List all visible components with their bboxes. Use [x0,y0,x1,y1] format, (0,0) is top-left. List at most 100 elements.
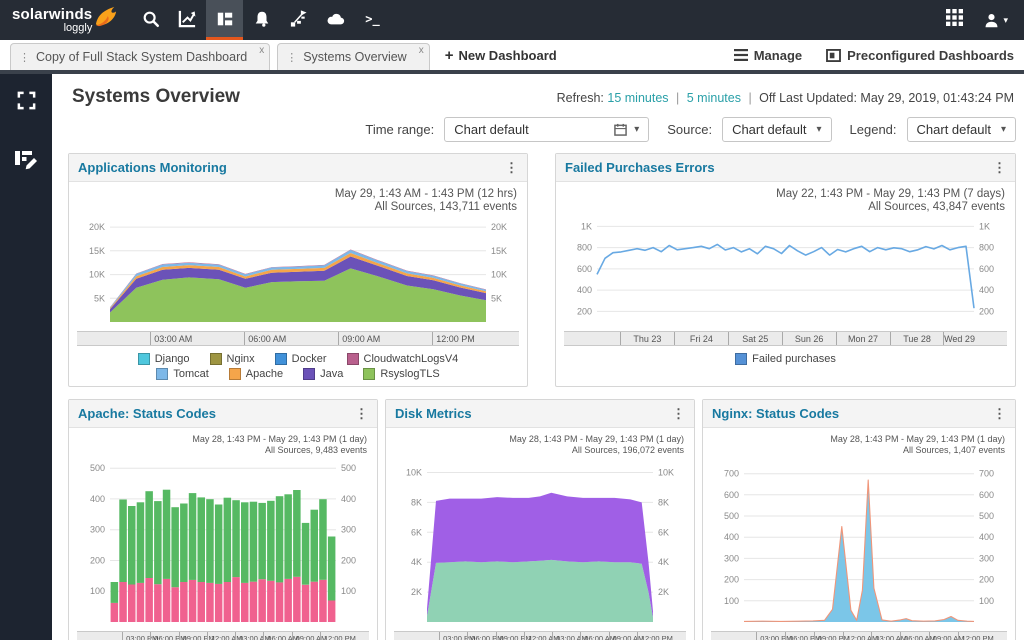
panel-applications-monitoring: Applications Monitoring ⋮ May 29, 1:43 A… [68,153,528,387]
charts-icon[interactable] [169,0,206,40]
tab-grip-icon[interactable]: ⋮ [286,51,297,64]
legend-item[interactable]: Nginx [210,353,255,365]
legend-label: Legend: [850,122,897,137]
svg-text:100: 100 [979,596,994,606]
x-tick-label: 03:00 AM [150,332,192,346]
panel-disk-metrics: Disk Metrics ⋮ May 28, 1:43 PM - May 29,… [385,399,695,640]
terminal-icon[interactable]: >_ [354,0,391,40]
panel-title[interactable]: Applications Monitoring [78,160,227,175]
legend-label: Nginx [227,353,255,365]
svg-text:5K: 5K [491,293,502,303]
x-axis-band: 03:00 AM06:00 AM09:00 AM12:00 PM [77,331,519,346]
alerts-icon[interactable] [243,0,280,40]
svg-text:10K: 10K [658,468,674,478]
panel-title[interactable]: Nginx: Status Codes [712,406,839,421]
x-tick-label: Fri 24 [674,332,728,346]
brand-solarwinds: solarwinds [12,7,92,22]
search-icon[interactable] [132,0,169,40]
panel-title[interactable]: Apache: Status Codes [78,406,216,421]
x-axis-band: 03:00 PM06:00 PM09:00 PM12:00 AM03:00 AM… [77,631,369,640]
chart-plot[interactable]: 5K5K10K10K15K15K20K20K [77,214,519,331]
svg-text:600: 600 [577,264,592,274]
legend-swatch [210,353,222,365]
close-tab-icon[interactable]: x [259,45,264,56]
left-sidebar [0,74,52,640]
svg-text:200: 200 [724,575,739,585]
new-dashboard-button[interactable]: + New Dashboard [445,40,557,70]
chart-plot[interactable]: 1001002002003003004004005005006006007007… [711,456,1007,631]
legend-item[interactable]: Failed purchases [735,353,836,365]
tab-label: Systems Overview [303,50,407,64]
svg-text:8K: 8K [411,497,422,507]
brand-logo[interactable]: solarwinds loggly [0,0,126,40]
manage-button[interactable]: Manage [734,48,802,63]
app-grid-icon[interactable] [946,9,963,31]
legend-swatch [347,353,359,365]
svg-text:500: 500 [979,511,994,521]
user-icon [983,12,1000,29]
dashboards-icon[interactable] [206,0,243,40]
svg-text:600: 600 [979,490,994,500]
chart-plot[interactable]: 2002004004006006008008001K1K [564,214,1007,331]
chevron-down-icon: ▾ [817,124,822,135]
chart-subtitle: May 28, 1:43 PM - May 29, 1:43 PM (1 day… [77,432,369,456]
kebab-menu-icon[interactable]: ⋮ [993,407,1006,420]
cloud-icon[interactable] [317,0,354,40]
tab-grip-icon[interactable]: ⋮ [19,51,30,64]
x-axis-band: 03:00 PM06:00 PM09:00 PM12:00 AM03:00 AM… [394,631,686,640]
chart-subtitle: May 29, 1:43 AM - 1:43 PM (12 hrs) All S… [77,186,519,214]
edit-dashboard-icon[interactable] [14,148,38,175]
svg-text:500: 500 [90,463,105,473]
svg-text:300: 300 [724,553,739,563]
tab-copy-of-full-stack[interactable]: ⋮ Copy of Full Stack System Dashboard x [10,43,270,70]
x-tick-label: Sun 26 [782,332,836,346]
chevron-down-icon: ▾ [1003,15,1008,26]
chevron-down-icon: ▾ [634,124,639,135]
tab-label: Copy of Full Stack System Dashboard [36,50,247,64]
legend-item[interactable]: Django [138,353,190,365]
legend-label: Java [320,368,343,380]
chevron-down-icon: ▾ [1001,124,1006,135]
x-axis-band: 03:00 PM06:00 PM09:00 PM12:00 AM03:00 AM… [711,631,1007,640]
legend-label: RsyslogTLS [380,368,439,380]
chart-subtitle: May 22, 1:43 PM - May 29, 1:43 PM (7 day… [564,186,1007,214]
fullscreen-icon[interactable] [16,90,37,116]
user-menu[interactable]: ▾ [983,12,1008,29]
kebab-menu-icon[interactable]: ⋮ [672,407,685,420]
close-tab-icon[interactable]: x [419,45,424,56]
x-tick-label: 12:00 PM [637,632,673,640]
svg-text:2K: 2K [411,587,422,597]
svg-text:4K: 4K [411,557,422,567]
legend-item[interactable]: Java [303,368,343,380]
panel-title[interactable]: Failed Purchases Errors [565,160,715,175]
refresh-15-link[interactable]: 15 minutes [607,91,668,105]
x-tick-label: 12:00 PM [958,632,994,640]
legend-select[interactable]: Chart default ▾ [907,117,1016,142]
time-range-select[interactable]: Chart default ▾ [444,117,649,142]
svg-text:100: 100 [90,586,105,596]
svg-text:200: 200 [979,575,994,585]
legend-item[interactable]: CloudwatchLogsV4 [347,353,459,365]
refresh-5-link[interactable]: 5 minutes [687,91,741,105]
svg-text:1K: 1K [581,221,592,231]
tab-systems-overview[interactable]: ⋮ Systems Overview x [277,43,430,70]
chart-plot[interactable]: 2K2K4K4K6K6K8K8K10K10K [394,456,686,631]
kebab-menu-icon[interactable]: ⋮ [993,161,1006,174]
legend-item[interactable]: Apache [229,368,283,380]
source-select[interactable]: Chart default ▾ [722,117,831,142]
kebab-menu-icon[interactable]: ⋮ [505,161,518,174]
legend-item[interactable]: Tomcat [156,368,208,380]
legend-swatch [229,368,241,380]
legend-item[interactable]: Docker [275,353,327,365]
preconfigured-dashboards-button[interactable]: Preconfigured Dashboards [826,48,1014,63]
svg-text:100: 100 [341,586,356,596]
kebab-menu-icon[interactable]: ⋮ [355,407,368,420]
source-setup-icon[interactable] [280,0,317,40]
refresh-off[interactable]: Off [759,91,775,105]
chart-plot[interactable]: 100100200200300300400400500500 [77,456,369,631]
svg-text:15K: 15K [491,246,507,256]
svg-text:400: 400 [724,532,739,542]
panel-title[interactable]: Disk Metrics [395,406,472,421]
legend-item[interactable]: RsyslogTLS [363,368,439,380]
svg-text:600: 600 [979,264,994,274]
